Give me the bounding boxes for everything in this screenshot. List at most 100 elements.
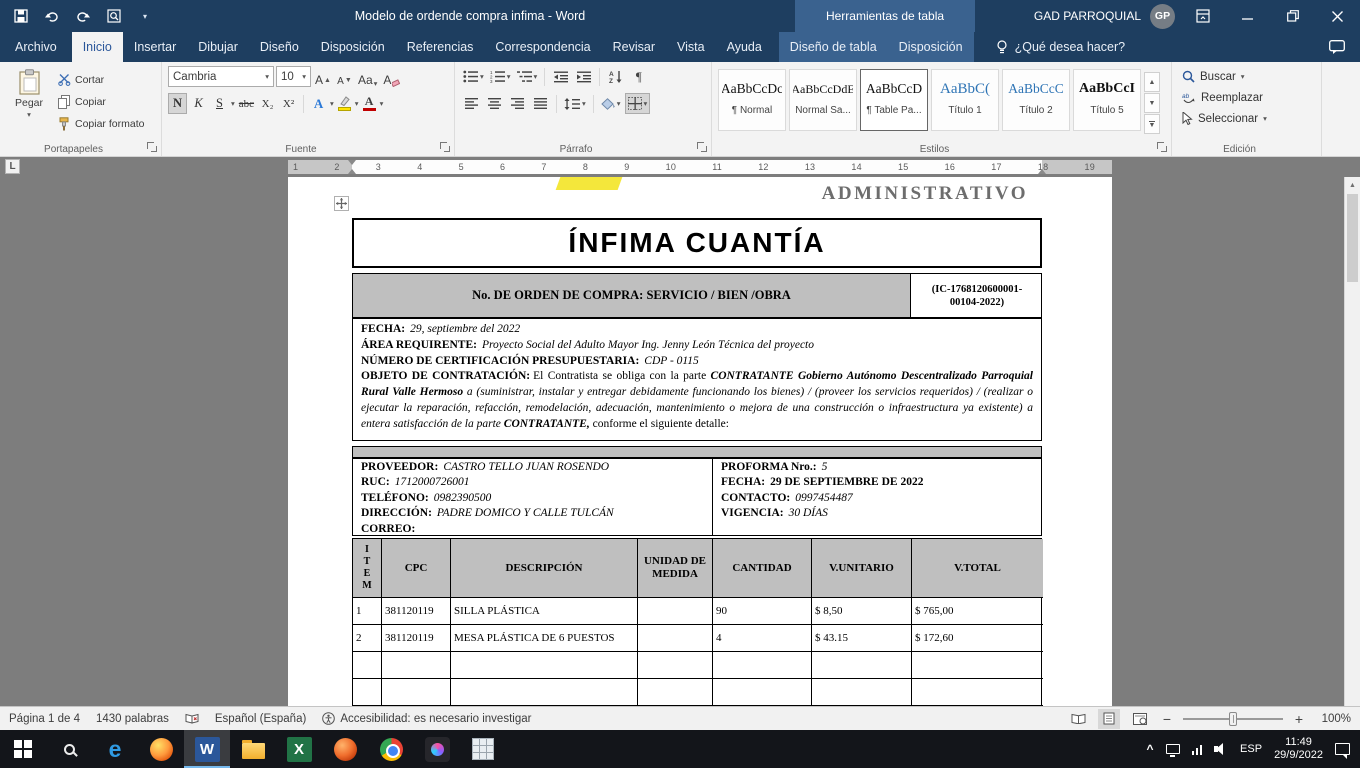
scrollbar-thumb[interactable] <box>1347 194 1358 282</box>
item-cell[interactable] <box>353 652 382 679</box>
style-titulo-5[interactable]: AaBbCcI Título 5 <box>1073 69 1141 131</box>
doc-title-cell[interactable]: ÍNFIMA CUANTÍA <box>352 218 1042 268</box>
numbering-button[interactable]: 123 ▾ <box>488 66 513 87</box>
provider-left-cell[interactable]: PROVEEDOR:CASTRO TELLO JUAN ROSENDO RUC:… <box>353 459 713 535</box>
accessibility-status[interactable]: Accesibilidad: es necesario investigar <box>322 712 531 725</box>
text-effects-button[interactable]: A <box>309 93 328 114</box>
horizontal-ruler[interactable]: 1 2 3 4 5 6 7 8 9 10 11 12 13 14 15 16 1… <box>288 160 1112 174</box>
tab-dibujar[interactable]: Dibujar <box>187 32 249 62</box>
ribbon-display-options-icon[interactable] <box>1180 0 1225 32</box>
styles-scroll-up-icon[interactable]: ▲ <box>1144 72 1160 92</box>
paragraph-dialog-launcher-icon[interactable] <box>697 142 707 152</box>
tab-revisar[interactable]: Revisar <box>602 32 666 62</box>
item-cell[interactable] <box>638 625 713 652</box>
minimize-icon[interactable] <box>1225 0 1270 32</box>
print-layout-button[interactable] <box>1098 709 1120 729</box>
font-dialog-launcher-icon[interactable] <box>440 142 450 152</box>
provider-right-cell[interactable]: PROFORMA Nro.:5 FECHA:29 DE SEPTIEMBRE D… <box>713 459 1043 535</box>
item-cell[interactable] <box>812 652 912 679</box>
item-cell[interactable]: $ 172,60 <box>912 625 1043 652</box>
account-info[interactable]: GAD PARROQUIAL GP <box>1034 4 1175 29</box>
strikethrough-button[interactable]: abc <box>237 93 256 114</box>
item-cell[interactable]: $ 43.15 <box>812 625 912 652</box>
first-line-indent-marker[interactable] <box>348 160 356 165</box>
chrome-taskbar-button[interactable] <box>368 730 414 768</box>
item-cell[interactable]: $ 765,00 <box>912 598 1043 625</box>
borders-button[interactable]: ▾ <box>625 93 651 114</box>
grow-font-button[interactable]: A▲ <box>313 66 333 87</box>
italic-button[interactable]: K <box>189 93 208 114</box>
clipboard-dialog-launcher-icon[interactable] <box>147 142 157 152</box>
align-right-button[interactable] <box>507 93 528 114</box>
underline-button[interactable]: S <box>210 93 229 114</box>
tab-diseno[interactable]: Diseño <box>249 32 310 62</box>
decrease-indent-button[interactable] <box>550 66 571 87</box>
excel-taskbar-button[interactable] <box>276 730 322 768</box>
replace-button[interactable]: ab Reemplazar <box>1178 87 1317 108</box>
highlight-button[interactable] <box>336 93 353 114</box>
item-cell[interactable] <box>353 679 382 706</box>
scroll-up-icon[interactable]: ▲ <box>1345 177 1360 193</box>
sort-button[interactable]: AZ <box>605 66 626 87</box>
item-cell[interactable] <box>713 679 812 706</box>
graphics-app-taskbar-button[interactable] <box>414 730 460 768</box>
item-cell[interactable]: 381120119 <box>382 625 451 652</box>
tab-archivo[interactable]: Archivo <box>0 32 72 62</box>
item-cell[interactable] <box>638 679 713 706</box>
align-left-button[interactable] <box>461 93 482 114</box>
style-titulo-2[interactable]: AaBbCcC Título 2 <box>1002 69 1070 131</box>
calculator-taskbar-button[interactable] <box>460 730 506 768</box>
tab-stop-selector[interactable] <box>5 159 20 174</box>
font-size-select[interactable]: 10 ▾ <box>276 66 311 87</box>
show-marks-button[interactable]: ¶ <box>628 66 649 87</box>
zoom-slider[interactable] <box>1183 712 1283 726</box>
item-cell[interactable]: MESA PLÁSTICA DE 6 PUESTOS <box>451 625 638 652</box>
provider-table[interactable]: PROVEEDOR:CASTRO TELLO JUAN ROSENDO RUC:… <box>352 458 1042 536</box>
item-cell[interactable] <box>382 679 451 706</box>
table-move-handle[interactable] <box>334 196 349 211</box>
item-cell[interactable] <box>451 652 638 679</box>
file-explorer-taskbar-button[interactable] <box>230 730 276 768</box>
language-indicator[interactable]: Español (España) <box>215 713 306 725</box>
style-normal-sa[interactable]: AaBbCcDdE Normal Sa... <box>789 69 857 131</box>
increase-indent-button[interactable] <box>573 66 594 87</box>
document-canvas[interactable]: ADMINISTRATIVO ÍNFIMA CUANTÍA No. DE ORD… <box>0 177 1360 706</box>
order-number-row[interactable]: No. DE ORDEN DE COMPRA: SERVICIO / BIEN … <box>352 273 1042 318</box>
bold-button[interactable]: N <box>168 93 187 114</box>
redo-icon[interactable] <box>74 7 92 25</box>
item-cell[interactable]: SILLA PLÁSTICA <box>451 598 638 625</box>
close-icon[interactable] <box>1315 0 1360 32</box>
zoom-slider-thumb[interactable] <box>1229 712 1237 726</box>
styles-dialog-launcher-icon[interactable] <box>1157 142 1167 152</box>
align-center-button[interactable] <box>484 93 505 114</box>
style-normal[interactable]: AaBbCcDc ¶ Normal <box>718 69 786 131</box>
word-taskbar-button[interactable] <box>184 730 230 768</box>
underline-dropdown-icon[interactable]: ▾ <box>231 100 235 108</box>
item-cell[interactable] <box>382 652 451 679</box>
item-cell[interactable]: 2 <box>353 625 382 652</box>
style-titulo-1[interactable]: AaBbC( Título 1 <box>931 69 999 131</box>
text-effects-dropdown-icon[interactable]: ▾ <box>330 100 334 108</box>
input-language-indicator[interactable]: ESP <box>1240 743 1262 755</box>
network-tray-icon[interactable] <box>1192 744 1203 755</box>
details-cell[interactable]: FECHA:29, septiembre del 2022 ÁREA REQUI… <box>352 318 1042 441</box>
document-page[interactable]: ADMINISTRATIVO ÍNFIMA CUANTÍA No. DE ORD… <box>288 177 1112 706</box>
tab-inicio[interactable]: Inicio <box>72 32 123 62</box>
item-cell[interactable]: 381120119 <box>382 598 451 625</box>
change-case-button[interactable]: Aa▾ <box>356 66 379 87</box>
item-cell[interactable] <box>812 679 912 706</box>
line-spacing-button[interactable]: ▾ <box>562 93 588 114</box>
clock[interactable]: 11:49 29/9/2022 <box>1274 736 1323 762</box>
tab-ayuda[interactable]: Ayuda <box>716 32 773 62</box>
page-indicator[interactable]: Página 1 de 4 <box>9 713 80 725</box>
tray-expand-chevron-icon[interactable]: ^ <box>1147 742 1154 756</box>
web-layout-button[interactable] <box>1129 709 1151 729</box>
font-color-button[interactable]: A <box>361 93 378 114</box>
comments-icon[interactable] <box>1314 32 1360 62</box>
styles-scroll-down-icon[interactable]: ▼ <box>1144 93 1160 113</box>
item-cell[interactable]: 4 <box>713 625 812 652</box>
zoom-level[interactable]: 100% <box>1315 713 1351 725</box>
item-cell[interactable] <box>638 598 713 625</box>
tab-disposicion[interactable]: Disposición <box>310 32 396 62</box>
style-table-paragraph[interactable]: AaBbCcD ¶ Table Pa... <box>860 69 928 131</box>
